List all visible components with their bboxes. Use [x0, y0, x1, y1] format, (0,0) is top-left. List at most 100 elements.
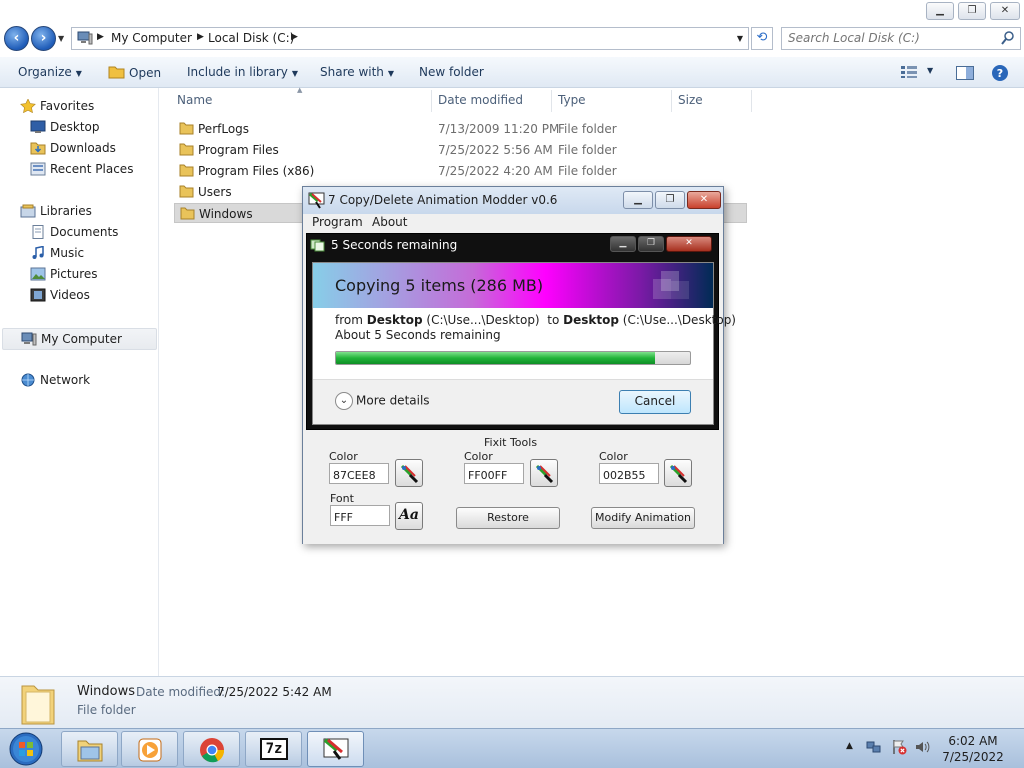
column-header-size[interactable]: Size — [678, 93, 703, 107]
color2-picker-button[interactable] — [530, 459, 558, 487]
star-icon — [20, 99, 36, 113]
documents-icon — [32, 225, 44, 239]
modify-animation-button[interactable]: Modify Animation — [591, 507, 695, 529]
computer-icon — [77, 31, 93, 45]
forward-button[interactable]: › — [31, 26, 56, 51]
back-button[interactable]: ‹ — [4, 26, 29, 51]
copy-dialog-maximize-button[interactable]: ❐ — [638, 236, 664, 252]
minimize-button[interactable]: ▁ — [926, 2, 954, 20]
explorer-icon — [77, 740, 103, 762]
breadcrumb-separator-icon[interactable]: ▶ — [97, 32, 104, 42]
more-details-toggle[interactable]: ⌄ More details — [335, 392, 430, 410]
restore-button[interactable]: Restore — [456, 507, 560, 529]
copy-heading: Copying 5 items (286 MB) — [335, 276, 544, 295]
7zip-icon: 7z — [260, 738, 288, 760]
videos-icon — [30, 288, 46, 302]
close-button[interactable]: ✕ — [990, 2, 1020, 20]
search-icon[interactable] — [1000, 30, 1016, 46]
navigation-pane: Favorites Desktop Downloads Recent Place… — [0, 88, 159, 676]
modder-app-icon — [308, 192, 325, 209]
file-row-perflogs[interactable]: PerfLogs 7/13/2009 11:20 PM File folder — [174, 119, 747, 139]
volume-icon[interactable] — [914, 739, 930, 755]
column-header-type[interactable]: Type — [558, 93, 586, 107]
copy-dialog-footer: ⌄ More details Cancel — [313, 379, 713, 424]
nav-my-computer-label: My Computer — [41, 332, 122, 346]
search-box[interactable] — [781, 27, 1021, 50]
search-input[interactable] — [788, 31, 988, 45]
open-button[interactable]: Open — [108, 65, 161, 80]
nav-desktop-label: Desktop — [50, 120, 100, 134]
clock[interactable]: 6:02 AM 7/25/2022 — [936, 733, 1010, 765]
destination-name[interactable]: Desktop — [563, 313, 619, 327]
color3-picker-button[interactable] — [664, 459, 692, 487]
modder-menu-bar: Program About — [303, 214, 723, 233]
preview-pane-icon[interactable] — [956, 66, 974, 80]
breadcrumb-local-disk[interactable]: Local Disk (C:) — [208, 31, 294, 45]
recent-places-icon — [30, 162, 46, 176]
start-button[interactable] — [4, 731, 48, 767]
source-name[interactable]: Desktop — [367, 313, 423, 327]
nav-videos-label: Videos — [50, 288, 90, 302]
address-bar[interactable]: ▶ My Computer ▶ Local Disk (C:) ▶ ▼ — [71, 27, 749, 50]
change-view-icon[interactable] — [901, 66, 917, 78]
breadcrumb-separator-icon[interactable]: ▶ — [197, 32, 204, 42]
taskbar-chrome-button[interactable] — [183, 731, 240, 767]
modder-close-button[interactable]: ✕ — [687, 191, 721, 209]
recent-pages-dropdown-icon[interactable]: ▼ — [58, 34, 64, 43]
action-center-flag-icon[interactable] — [891, 739, 907, 755]
refresh-button[interactable]: ⟲ — [751, 27, 773, 50]
column-divider[interactable] — [551, 90, 552, 112]
taskbar-modder-button[interactable] — [307, 731, 364, 767]
font-color-input[interactable] — [330, 505, 390, 526]
file-name: Program Files (x86) — [198, 164, 315, 178]
organize-menu[interactable]: Organize ▼ — [18, 65, 82, 79]
banner-decoration-icon — [653, 271, 689, 299]
help-icon[interactable]: ? — [991, 64, 1009, 82]
breadcrumb-my-computer[interactable]: My Computer — [111, 31, 192, 45]
copy-progress-fill — [336, 352, 655, 364]
file-row-program-files-x86[interactable]: Program Files (x86) 7/25/2022 4:20 AM Fi… — [174, 161, 747, 181]
menu-about[interactable]: About — [372, 215, 407, 229]
column-header-date-modified[interactable]: Date modified — [438, 93, 523, 107]
taskbar-explorer-button[interactable] — [61, 731, 118, 767]
new-folder-button[interactable]: New folder — [419, 65, 484, 79]
column-header-name[interactable]: Name — [177, 93, 212, 107]
breadcrumb-separator-icon[interactable]: ▶ — [291, 32, 298, 42]
nav-recent-places-label: Recent Places — [50, 162, 134, 176]
cancel-button[interactable]: Cancel — [619, 390, 691, 414]
color3-input[interactable] — [599, 463, 659, 484]
column-divider[interactable] — [751, 90, 752, 112]
color1-input[interactable] — [329, 463, 389, 484]
menu-program[interactable]: Program — [312, 215, 363, 229]
modder-maximize-button[interactable]: ❐ — [655, 191, 685, 209]
column-divider[interactable] — [671, 90, 672, 112]
copy-dialog-close-button[interactable]: ✕ — [666, 236, 712, 252]
paintbrush-icon — [400, 464, 419, 484]
color2-input[interactable] — [464, 463, 524, 484]
copy-source-destination: from Desktop (C:\Use...\Desktop) to Desk… — [335, 313, 736, 327]
modder-title-bar[interactable]: 7 Copy/Delete Animation Modder v0.6 ▁ ❐ … — [303, 187, 723, 214]
file-row-program-files[interactable]: Program Files 7/25/2022 5:56 AM File fol… — [174, 140, 747, 160]
details-date-value: 7/25/2022 5:42 AM — [217, 685, 332, 699]
nav-my-computer[interactable]: My Computer — [2, 328, 157, 350]
maximize-button[interactable]: ❐ — [958, 2, 986, 20]
view-options-arrow-icon[interactable]: ▼ — [927, 66, 933, 75]
address-history-arrow-icon[interactable]: ▼ — [737, 34, 743, 43]
copy-dialog-minimize-button[interactable]: ▁ — [610, 236, 636, 252]
include-in-library-menu[interactable]: Include in library ▼ — [187, 65, 298, 79]
media-player-icon — [138, 738, 162, 762]
taskbar-media-player-button[interactable] — [121, 731, 178, 767]
network-status-icon[interactable] — [866, 739, 882, 755]
modder-minimize-button[interactable]: ▁ — [623, 191, 653, 209]
folder-icon — [179, 185, 194, 198]
file-name: PerfLogs — [198, 122, 250, 136]
command-bar: Organize ▼ Open Include in library ▼ Share… — [0, 57, 1024, 88]
column-divider[interactable] — [431, 90, 432, 112]
font-color-picker-button[interactable]: Aa — [395, 502, 423, 530]
share-with-menu[interactable]: Share with ▼ — [320, 65, 394, 79]
show-hidden-icons-icon[interactable]: ▲ — [846, 741, 853, 751]
taskbar-7zip-button[interactable]: 7z — [245, 731, 302, 767]
file-type: File folder — [558, 122, 617, 136]
color1-picker-button[interactable] — [395, 459, 423, 487]
time-remaining: About 5 Seconds remaining — [335, 328, 501, 342]
